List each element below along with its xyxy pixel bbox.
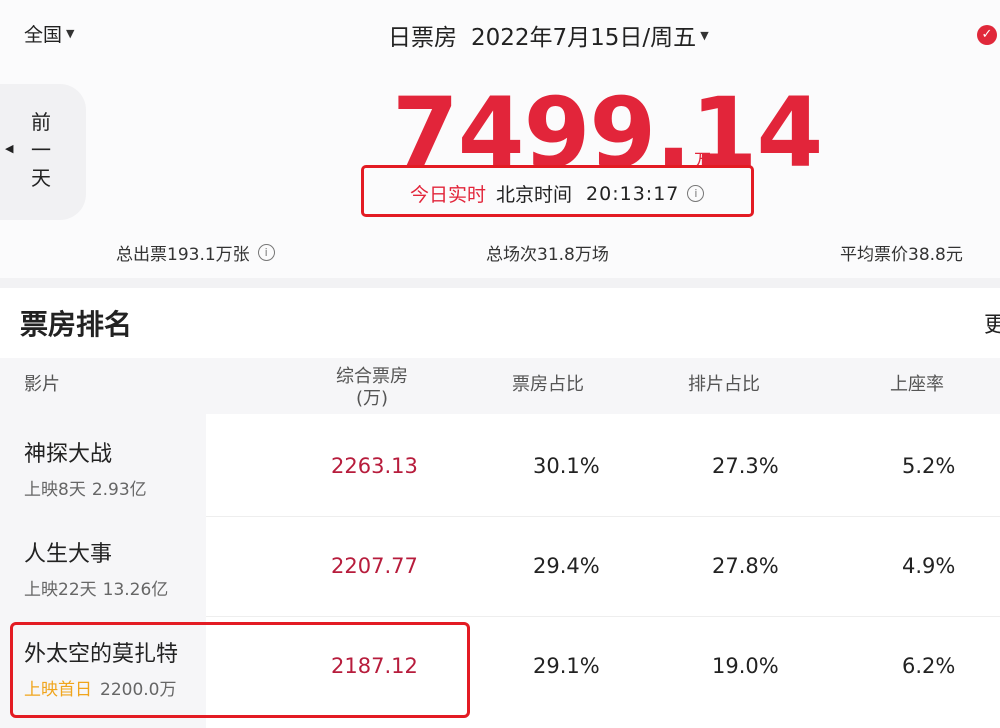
film-title: 神探大战 [24, 442, 113, 467]
col-box-office[interactable]: 综合票房 (万) [334, 366, 410, 410]
prev-day-label: 前 一 天 [31, 110, 51, 190]
table-row[interactable]: 人生大事 上映22天 13.26亿 2207.77 29.4% 27.8% 4.9… [0, 516, 1000, 616]
caret-down-icon: ▼ [66, 27, 75, 40]
box-share-value: 29.1% [533, 654, 600, 678]
box-share-value: 30.1% [533, 454, 600, 478]
col-film: 影片 [24, 374, 60, 395]
avg-price-text: 平均票价38.8元 [840, 245, 963, 265]
timezone-label: 北京时间 [496, 184, 573, 206]
date-selector[interactable]: 日票房 2022年7月15日/周五 ▼ [388, 18, 709, 52]
box-office-value: 2263.13 [331, 454, 418, 478]
occupancy-value: 4.9% [902, 554, 956, 578]
row-highlight-box [10, 622, 470, 718]
region-selector[interactable]: 全国 ▼ [24, 20, 74, 47]
stat-shows: 总场次31.8万场 [486, 240, 609, 265]
tickets-text: 总出票193.1万张 [116, 245, 250, 265]
section-divider [0, 278, 1000, 288]
table-header: 影片 综合票房 (万) 票房占比 排片占比 上座率 [0, 358, 1000, 414]
stat-avg-price: 平均票价38.8元 [840, 240, 963, 265]
shows-text: 总场次31.8万场 [486, 245, 609, 265]
occupancy-value: 5.2% [902, 454, 956, 478]
table-row[interactable]: 神探大战 上映8天 2.93亿 2263.13 30.1% 27.3% 5.2% [0, 416, 1000, 516]
date-label: 2022年7月15日/周五 [471, 25, 697, 51]
seat-share-value: 27.8% [712, 554, 779, 578]
check-badge-icon[interactable]: ✓ [977, 25, 997, 45]
stat-tickets: 总出票193.1万张 i [116, 240, 275, 265]
arrow-left-icon: ◀ [5, 142, 14, 155]
film-title: 人生大事 [24, 542, 113, 567]
box-share-value: 29.4% [533, 554, 600, 578]
film-sub: 上映8天 2.93亿 [24, 480, 147, 500]
region-label: 全国 [24, 24, 63, 46]
seat-share-value: 27.3% [712, 454, 779, 478]
seat-share-value: 19.0% [712, 654, 779, 678]
realtime-info: 今日实时 北京时间 20:13:17 i [410, 180, 705, 207]
realtime-clock: 20:13:17 [586, 182, 680, 205]
realtime-label: 今日实时 [410, 184, 487, 206]
box-office-value: 2207.77 [331, 554, 418, 578]
col-occupancy[interactable]: 上座率 [890, 370, 944, 396]
caret-down-icon: ▼ [700, 28, 709, 42]
info-icon[interactable]: i [687, 185, 705, 202]
col-box-share[interactable]: 票房占比 [512, 370, 584, 396]
more-link[interactable]: 更 [984, 307, 1000, 339]
prev-day-button[interactable]: ◀ 前 一 天 [0, 84, 86, 220]
col-seat-share[interactable]: 排片占比 [688, 370, 760, 396]
occupancy-value: 6.2% [902, 654, 956, 678]
film-sub: 上映22天 13.26亿 [24, 580, 169, 600]
ranking-title: 票房排名 [20, 308, 133, 341]
page-title: 日票房 [388, 25, 457, 51]
info-icon[interactable]: i [257, 244, 275, 261]
